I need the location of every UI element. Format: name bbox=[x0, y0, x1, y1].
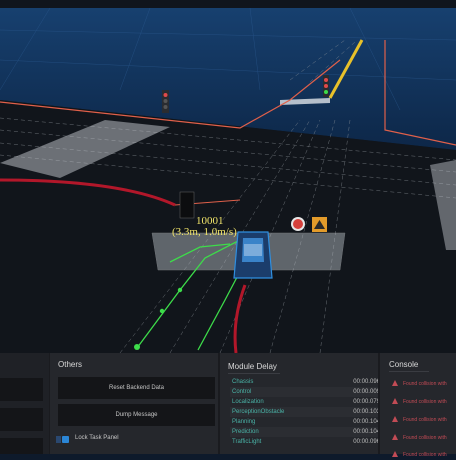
console-message: Found collision with bbox=[392, 415, 456, 425]
far-horizon-band bbox=[0, 0, 456, 8]
others-section: Others Reset Backend Data Dump Message L… bbox=[50, 353, 220, 454]
left-action-button[interactable] bbox=[0, 438, 43, 454]
console-title: Console bbox=[389, 360, 419, 369]
delay-row: Control 00:00.009 bbox=[230, 387, 380, 397]
lock-task-panel-label: Lock Task Panel bbox=[75, 435, 119, 441]
traffic-light-left bbox=[162, 90, 169, 113]
traffic-light-far bbox=[323, 75, 329, 97]
delay-row: Prediction 00:00.104 bbox=[230, 427, 380, 437]
warning-icon bbox=[392, 398, 398, 404]
others-title: Others bbox=[58, 360, 83, 369]
delay-row: TrafficLight 00:00.096 bbox=[232, 439, 380, 445]
console-section: Console Found collision with Found colli… bbox=[380, 353, 456, 458]
console-message: Found collision with bbox=[392, 450, 456, 460]
delay-row: Planning 00:00.104 bbox=[232, 419, 380, 425]
left-action-button[interactable] bbox=[0, 378, 43, 401]
3d-map-view[interactable]: 10001 (3.3m, 1.0m/s) bbox=[0, 0, 456, 353]
obstacle-info: (3.3m, 1.0m/s) bbox=[172, 226, 237, 238]
warning-icon bbox=[392, 416, 398, 422]
console-message: Found collision with bbox=[392, 397, 456, 407]
stop-sign-icon bbox=[291, 217, 305, 231]
delay-row: Localization 00:00.079 bbox=[232, 399, 380, 405]
bottom-panel: Others Reset Backend Data Dump Message L… bbox=[0, 353, 456, 458]
warning-icon bbox=[392, 434, 398, 440]
delay-row: Chassis 00:00.096 bbox=[232, 379, 380, 385]
warning-icon bbox=[392, 451, 398, 457]
warning-icon bbox=[392, 380, 398, 386]
ego-vehicle bbox=[233, 231, 273, 279]
delay-row: PerceptionObstacle 00:00.103 bbox=[230, 407, 380, 417]
reset-backend-data-button[interactable]: Reset Backend Data bbox=[58, 377, 215, 399]
left-action-button[interactable] bbox=[0, 408, 43, 431]
lock-task-panel-checkbox[interactable] bbox=[56, 436, 69, 443]
dump-message-button[interactable]: Dump Message bbox=[58, 404, 215, 426]
module-delay-section: Module Delay Chassis 00:00.096 Control 00:… bbox=[220, 353, 380, 454]
warning-sign-icon bbox=[312, 217, 327, 232]
obstacle-box bbox=[179, 191, 195, 219]
console-message: Found collision with bbox=[392, 433, 456, 443]
console-message: Found collision with bbox=[392, 379, 456, 389]
module-delay-title: Module Delay bbox=[228, 362, 277, 371]
left-panel-column bbox=[0, 353, 50, 454]
